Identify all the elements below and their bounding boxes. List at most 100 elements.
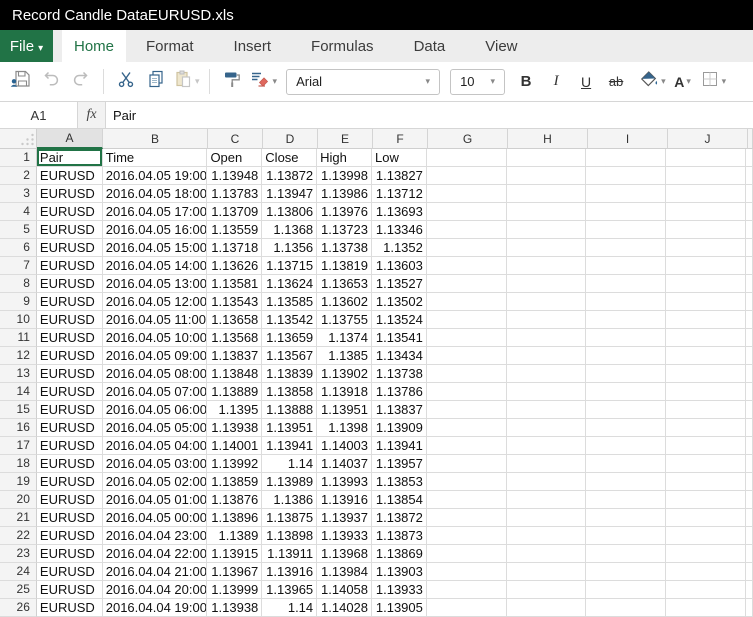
- cell-G24[interactable]: [427, 563, 507, 581]
- cell-D10[interactable]: 1.13542: [262, 311, 317, 329]
- row-header-21[interactable]: 21: [0, 509, 37, 527]
- cell-J14[interactable]: [666, 383, 746, 401]
- cell-J16[interactable]: [666, 419, 746, 437]
- cell-I21[interactable]: [586, 509, 666, 527]
- cell-G18[interactable]: [427, 455, 507, 473]
- cell-J13[interactable]: [666, 365, 746, 383]
- cell-A14[interactable]: EURUSD: [37, 383, 103, 401]
- cell-F21[interactable]: 1.13872: [372, 509, 427, 527]
- copy-button[interactable]: [143, 68, 169, 96]
- cell-partial-24[interactable]: [746, 563, 753, 581]
- cell-H8[interactable]: [507, 275, 587, 293]
- cell-D5[interactable]: 1.1368: [262, 221, 317, 239]
- cell-H13[interactable]: [507, 365, 587, 383]
- cell-A19[interactable]: EURUSD: [37, 473, 103, 491]
- cell-A6[interactable]: EURUSD: [37, 239, 103, 257]
- cell-A21[interactable]: EURUSD: [37, 509, 103, 527]
- cell-E18[interactable]: 1.14037: [317, 455, 372, 473]
- row-header-18[interactable]: 18: [0, 455, 37, 473]
- cell-C4[interactable]: 1.13709: [207, 203, 262, 221]
- cell-G19[interactable]: [427, 473, 507, 491]
- cell-I14[interactable]: [586, 383, 666, 401]
- cell-A26[interactable]: EURUSD: [37, 599, 103, 617]
- row-header-20[interactable]: 20: [0, 491, 37, 509]
- cell-F11[interactable]: 1.13541: [372, 329, 427, 347]
- cell-E6[interactable]: 1.13738: [317, 239, 372, 257]
- cell-B12[interactable]: 2016.04.05 09:00: [103, 347, 208, 365]
- cell-C24[interactable]: 1.13967: [207, 563, 262, 581]
- col-header-E[interactable]: E: [318, 129, 373, 149]
- cell-I6[interactable]: [586, 239, 666, 257]
- font-color-dropdown-icon[interactable]: ▾: [686, 76, 691, 87]
- cell-I18[interactable]: [586, 455, 666, 473]
- underline-button[interactable]: U: [573, 68, 599, 96]
- cell-I24[interactable]: [586, 563, 666, 581]
- cell-G8[interactable]: [427, 275, 507, 293]
- cell-A13[interactable]: EURUSD: [37, 365, 103, 383]
- cell-C5[interactable]: 1.13559: [207, 221, 262, 239]
- cell-partial-21[interactable]: [746, 509, 753, 527]
- cell-H25[interactable]: [507, 581, 587, 599]
- cell-I11[interactable]: [586, 329, 666, 347]
- cell-A9[interactable]: EURUSD: [37, 293, 103, 311]
- cell-partial-16[interactable]: [746, 419, 753, 437]
- cell-B16[interactable]: 2016.04.05 05:00: [103, 419, 208, 437]
- cell-I23[interactable]: [586, 545, 666, 563]
- cell-H12[interactable]: [507, 347, 587, 365]
- cell-H11[interactable]: [507, 329, 587, 347]
- cell-G12[interactable]: [427, 347, 507, 365]
- cell-B20[interactable]: 2016.04.05 01:00: [103, 491, 208, 509]
- font-color-button[interactable]: A ▾: [670, 68, 696, 96]
- cell-C2[interactable]: 1.13948: [207, 167, 262, 185]
- cell-partial-15[interactable]: [746, 401, 753, 419]
- cell-G13[interactable]: [427, 365, 507, 383]
- cell-B9[interactable]: 2016.04.05 12:00: [103, 293, 208, 311]
- cell-G20[interactable]: [427, 491, 507, 509]
- cell-E26[interactable]: 1.14028: [317, 599, 372, 617]
- col-header-D[interactable]: D: [263, 129, 318, 149]
- cell-H7[interactable]: [507, 257, 587, 275]
- cell-H21[interactable]: [507, 509, 587, 527]
- cell-A18[interactable]: EURUSD: [37, 455, 103, 473]
- cell-G15[interactable]: [427, 401, 507, 419]
- cell-partial-23[interactable]: [746, 545, 753, 563]
- cell-H26[interactable]: [507, 599, 587, 617]
- cell-D21[interactable]: 1.13875: [262, 509, 317, 527]
- col-header-F[interactable]: F: [373, 129, 428, 149]
- cell-C1[interactable]: Open: [207, 149, 262, 167]
- cell-F20[interactable]: 1.13854: [372, 491, 427, 509]
- cell-E8[interactable]: 1.13653: [317, 275, 372, 293]
- cell-B13[interactable]: 2016.04.05 08:00: [103, 365, 208, 383]
- cell-B24[interactable]: 2016.04.04 21:00: [103, 563, 208, 581]
- cell-H15[interactable]: [507, 401, 587, 419]
- cell-D18[interactable]: 1.14: [262, 455, 317, 473]
- paste-dropdown-icon[interactable]: ▾: [195, 76, 200, 87]
- cell-D23[interactable]: 1.13911: [262, 545, 317, 563]
- cell-C16[interactable]: 1.13938: [207, 419, 262, 437]
- cell-name-box[interactable]: A1: [0, 102, 78, 128]
- font-name-select[interactable]: Arial ▾: [286, 69, 440, 95]
- cell-D16[interactable]: 1.13951: [262, 419, 317, 437]
- cell-H22[interactable]: [507, 527, 587, 545]
- cell-E20[interactable]: 1.13916: [317, 491, 372, 509]
- cell-D17[interactable]: 1.13941: [262, 437, 317, 455]
- cell-A10[interactable]: EURUSD: [37, 311, 103, 329]
- cell-C26[interactable]: 1.13938: [207, 599, 262, 617]
- cell-H16[interactable]: [507, 419, 587, 437]
- cell-B19[interactable]: 2016.04.05 02:00: [103, 473, 208, 491]
- font-size-select[interactable]: 10 ▾: [450, 69, 505, 95]
- tab-format[interactable]: Format: [126, 30, 214, 62]
- cell-H9[interactable]: [507, 293, 587, 311]
- cell-G26[interactable]: [427, 599, 507, 617]
- italic-button[interactable]: I: [543, 68, 569, 96]
- cell-E11[interactable]: 1.1374: [317, 329, 372, 347]
- cell-B5[interactable]: 2016.04.05 16:00: [103, 221, 208, 239]
- cell-D6[interactable]: 1.1356: [262, 239, 317, 257]
- row-header-6[interactable]: 6: [0, 239, 37, 257]
- cell-C22[interactable]: 1.1389: [207, 527, 262, 545]
- row-header-8[interactable]: 8: [0, 275, 37, 293]
- cell-F7[interactable]: 1.13603: [372, 257, 427, 275]
- cell-F14[interactable]: 1.13786: [372, 383, 427, 401]
- clear-formatting-dropdown-icon[interactable]: ▾: [273, 76, 278, 87]
- cell-C11[interactable]: 1.13568: [207, 329, 262, 347]
